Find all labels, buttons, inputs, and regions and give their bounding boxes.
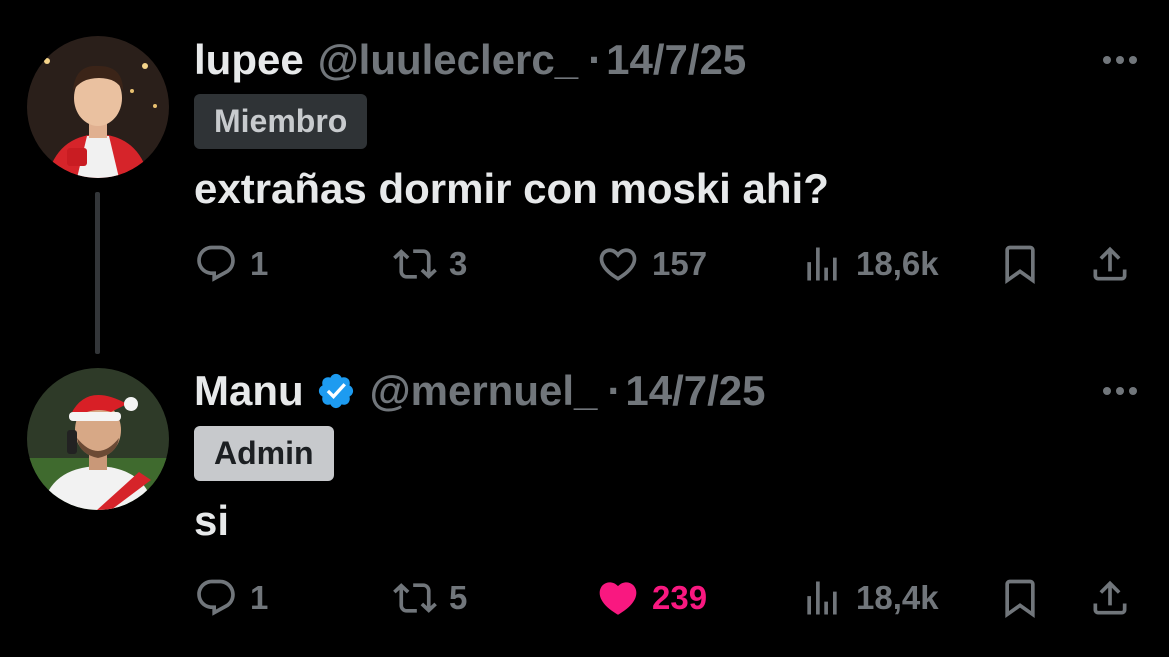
- like-button[interactable]: 239: [596, 568, 707, 628]
- share-icon: [1093, 246, 1127, 281]
- tweet-2[interactable]: Manu @mernuel_ · 14/7/25 Admin si 1 5 23…: [0, 340, 1169, 657]
- bookmark-icon: [1005, 579, 1035, 619]
- admin-badge: Admin: [194, 426, 334, 481]
- reply-button[interactable]: 1: [194, 234, 268, 294]
- reply-icon: [197, 245, 235, 282]
- tweet-text: si: [194, 497, 230, 544]
- retweet-button[interactable]: 5: [393, 568, 467, 628]
- avatar-photo-manu: [27, 368, 169, 510]
- tweet-actions: 1 5 239 18,4k: [0, 568, 1169, 628]
- heart-icon: [599, 248, 637, 281]
- retweet-icon: [393, 249, 437, 279]
- share-button[interactable]: [1088, 234, 1132, 294]
- author-name[interactable]: Manu: [194, 367, 304, 415]
- views-button[interactable]: 18,6k: [800, 234, 939, 294]
- retweet-button[interactable]: 3: [393, 234, 467, 294]
- bar-chart-icon: [807, 581, 837, 615]
- bookmark-icon: [1005, 245, 1035, 285]
- retweet-count: 3: [449, 245, 468, 282]
- more-options-icon[interactable]: [1103, 387, 1137, 395]
- avatar-photo-lupee: [27, 36, 169, 178]
- retweet-icon: [393, 583, 437, 613]
- author-name[interactable]: lupee: [194, 36, 304, 84]
- tweet-date[interactable]: 14/7/25: [606, 36, 746, 84]
- retweet-count: 5: [449, 579, 468, 616]
- separator-dot: ·: [607, 367, 622, 414]
- avatar-manu[interactable]: [27, 368, 169, 510]
- reply-count: 1: [250, 245, 269, 282]
- tweet-date[interactable]: 14/7/25: [625, 367, 765, 415]
- avatar-lupee[interactable]: [27, 36, 169, 178]
- reply-icon: [197, 579, 235, 616]
- like-button[interactable]: 157: [596, 234, 707, 294]
- reply-count: 1: [250, 579, 269, 616]
- views-count: 18,4k: [856, 579, 939, 616]
- separator-dot: ·: [588, 36, 603, 83]
- share-button[interactable]: [1088, 568, 1132, 628]
- author-handle[interactable]: @mernuel_: [370, 367, 598, 415]
- bookmark-button[interactable]: [998, 568, 1042, 628]
- views-button[interactable]: 18,4k: [800, 568, 939, 628]
- tweet-text: extrañas dormir con moski ahi?: [194, 165, 829, 212]
- heart-filled-icon: [599, 582, 637, 615]
- bar-chart-icon: [807, 247, 837, 281]
- like-count: 157: [652, 245, 708, 282]
- share-icon: [1093, 580, 1127, 615]
- tweet-header: Manu @mernuel_ · 14/7/25: [194, 367, 766, 415]
- verified-badge-icon[interactable]: [316, 371, 356, 411]
- views-count: 18,6k: [856, 245, 939, 282]
- like-count: 239: [652, 579, 708, 616]
- reply-button[interactable]: 1: [194, 568, 268, 628]
- tweet-actions: 1 3 157 18,6k: [0, 234, 1169, 294]
- tweet-header: lupee @luuleclerc_ · 14/7/25: [194, 36, 746, 84]
- bookmark-button[interactable]: [998, 234, 1042, 294]
- member-badge: Miembro: [194, 94, 368, 149]
- more-options-icon[interactable]: [1103, 56, 1137, 64]
- tweet-1[interactable]: lupee @luuleclerc_ · 14/7/25 Miembro ext…: [0, 0, 1169, 354]
- author-handle[interactable]: @luuleclerc_: [318, 36, 578, 84]
